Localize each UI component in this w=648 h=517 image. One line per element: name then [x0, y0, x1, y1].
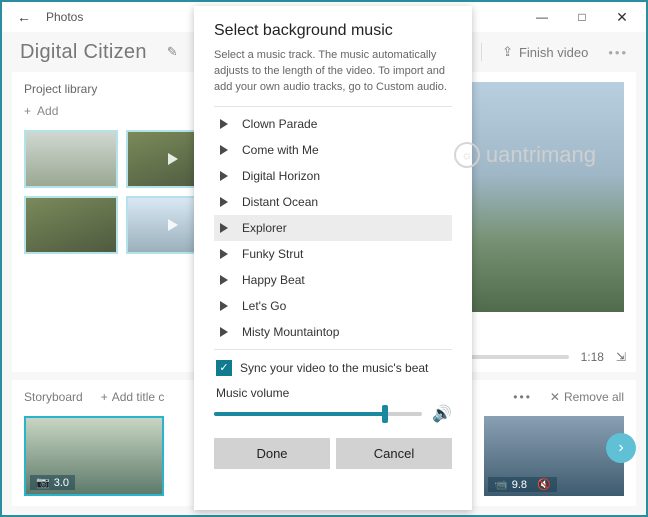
play-icon — [220, 327, 228, 337]
background-music-dialog: Select background music Select a music t… — [194, 6, 472, 510]
storyboard-heading: Storyboard — [24, 390, 83, 404]
volume-knob[interactable] — [382, 405, 388, 423]
add-title-button[interactable]: +Add title c — [101, 390, 165, 404]
close-button[interactable]: ✕ — [602, 2, 642, 32]
clip-duration: 3.0 — [54, 477, 69, 489]
track-label: Misty Mountaintop — [242, 325, 339, 339]
volume-slider[interactable] — [214, 412, 422, 416]
track-label: Distant Ocean — [242, 195, 318, 209]
sync-checkbox[interactable]: ✓ Sync your video to the music's beat — [216, 360, 450, 376]
app-title: Photos — [46, 10, 83, 24]
play-icon — [220, 197, 228, 207]
library-thumbs — [24, 130, 220, 254]
separator — [481, 43, 482, 61]
check-icon: ✓ — [216, 360, 232, 376]
track-label: Come with Me — [242, 143, 319, 157]
dialog-title: Select background music — [214, 22, 452, 40]
clip-duration: 9.8 — [512, 479, 527, 491]
track-label: Clown Parade — [242, 117, 317, 131]
track-item[interactable]: Happy Beat — [214, 267, 452, 293]
play-icon — [220, 171, 228, 181]
track-label: Funky Strut — [242, 247, 303, 261]
sync-label: Sync your video to the music's beat — [240, 361, 428, 375]
track-label: Happy Beat — [242, 273, 305, 287]
remove-all-button[interactable]: ✕Remove all — [550, 390, 624, 404]
duration-label: 1:18 — [581, 350, 604, 364]
storyboard-more-button[interactable]: ••• — [513, 390, 532, 404]
video-icon: 📹 — [494, 478, 508, 491]
track-item[interactable]: Come with Me — [214, 137, 452, 163]
more-button[interactable]: ••• — [608, 45, 628, 60]
cancel-button[interactable]: Cancel — [336, 438, 452, 469]
image-icon: 📷 — [36, 476, 50, 489]
maximize-button[interactable]: □ — [562, 2, 602, 32]
minimize-button[interactable]: ― — [522, 2, 562, 32]
volume-label: Music volume — [216, 386, 450, 400]
finish-video-button[interactable]: ⇪Finish video — [502, 44, 588, 60]
plus-icon: + — [24, 104, 31, 118]
track-item[interactable]: Let's Go — [214, 293, 452, 319]
library-thumb[interactable] — [24, 196, 118, 254]
library-heading: Project library — [24, 82, 220, 96]
track-item[interactable]: Digital Horizon — [214, 163, 452, 189]
add-media-button[interactable]: +Add — [24, 104, 220, 118]
track-item[interactable]: Funky Strut — [214, 241, 452, 267]
storyboard-clip[interactable]: 📹 9.8 🔇 — [484, 416, 624, 496]
rename-icon[interactable]: ✎ — [167, 44, 178, 60]
mute-icon: 🔇 — [537, 478, 551, 491]
track-list: Clown Parade Come with Me Digital Horizon D… — [214, 111, 452, 345]
project-title: Digital Citizen — [20, 41, 147, 64]
track-item[interactable]: Misty Mountaintop — [214, 319, 452, 345]
library-thumb[interactable] — [24, 130, 118, 188]
play-icon — [220, 249, 228, 259]
play-icon — [220, 223, 228, 233]
done-button[interactable]: Done — [214, 438, 330, 469]
track-label: Digital Horizon — [242, 169, 320, 183]
plus-icon: + — [101, 390, 108, 404]
play-icon — [220, 275, 228, 285]
track-item[interactable]: Clown Parade — [214, 111, 452, 137]
play-icon — [220, 145, 228, 155]
track-item[interactable]: Explorer — [214, 215, 452, 241]
next-page-button[interactable]: › — [606, 433, 636, 463]
play-icon — [220, 119, 228, 129]
volume-row: 🔊 — [214, 404, 452, 424]
track-item[interactable]: Distant Ocean — [214, 189, 452, 215]
x-icon: ✕ — [550, 390, 560, 404]
export-icon: ⇪ — [502, 44, 513, 60]
track-label: Let's Go — [242, 299, 286, 313]
play-icon — [220, 301, 228, 311]
app-window: ← Photos ― □ ✕ Digital Citizen ✎ m audio… — [0, 0, 648, 517]
fullscreen-icon[interactable]: ⇲ — [616, 350, 626, 364]
track-label: Explorer — [242, 221, 287, 235]
speaker-icon: 🔊 — [432, 404, 452, 424]
storyboard-clip[interactable]: 📷 3.0 — [24, 416, 164, 496]
dialog-description: Select a music track. The music automati… — [214, 48, 452, 96]
back-button[interactable]: ← — [12, 9, 36, 25]
